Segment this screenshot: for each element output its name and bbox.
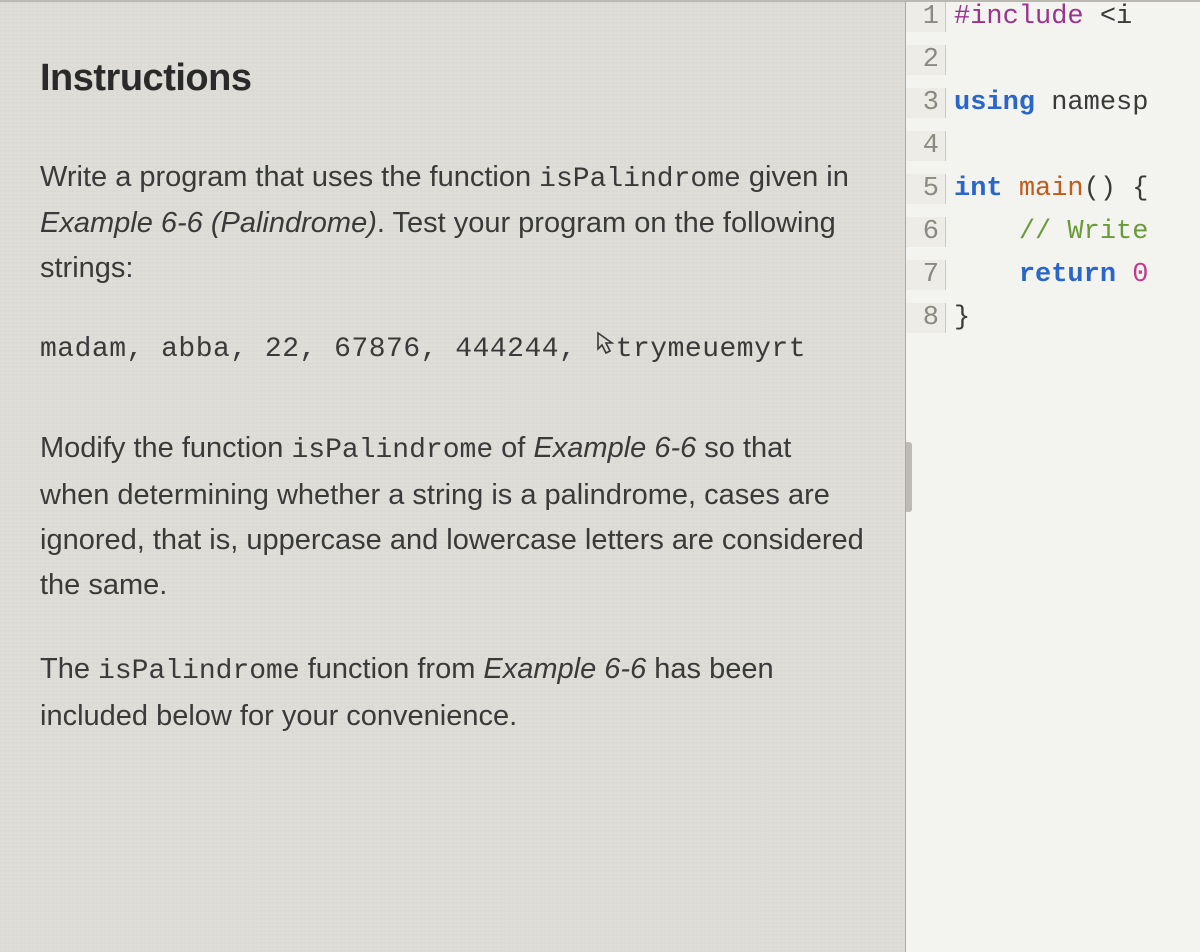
line-number: 1 <box>906 2 946 32</box>
test-strings-block: madam, abba, 22, 67876, 444244, trymeuem… <box>40 331 865 366</box>
panel-resize-handle[interactable] <box>905 442 912 512</box>
line-number: 8 <box>906 303 946 333</box>
code-line[interactable]: 4 <box>906 131 1200 174</box>
token: <i <box>1084 2 1133 32</box>
token-keyword: return <box>1019 260 1116 290</box>
line-number: 3 <box>906 88 946 118</box>
line-number: 2 <box>906 45 946 75</box>
text: Modify the function <box>40 432 291 464</box>
code-span: isPalindrome <box>291 435 493 466</box>
token-preprocessor: #include <box>954 2 1084 32</box>
code-span: isPalindrome <box>98 656 300 687</box>
line-number: 6 <box>906 217 946 247</box>
line-number: 4 <box>906 131 946 161</box>
code-lines: 1 #include <i 2 3 using namesp 4 5 int m… <box>906 2 1200 346</box>
instructions-panel: Instructions Write a program that uses t… <box>0 0 905 952</box>
instructions-paragraph-2: Modify the function isPalindrome of Exam… <box>40 426 865 607</box>
code-editor[interactable]: 1 #include <i 2 3 using namesp 4 5 int m… <box>905 0 1200 952</box>
code-line[interactable]: 6 // Write <box>906 217 1200 260</box>
token: () { <box>1084 174 1149 204</box>
token-comment: // Write <box>1019 217 1149 247</box>
code-line[interactable]: 7 return 0 <box>906 260 1200 303</box>
token-type: int <box>954 174 1003 204</box>
instructions-title: Instructions <box>40 57 865 100</box>
code-line[interactable]: 5 int main() { <box>906 174 1200 217</box>
code-line[interactable]: 2 <box>906 45 1200 88</box>
token <box>1116 260 1132 290</box>
line-number: 5 <box>906 174 946 204</box>
token: } <box>954 303 970 333</box>
instructions-paragraph-1: Write a program that uses the function i… <box>40 155 865 291</box>
code-line[interactable]: 3 using namesp <box>906 88 1200 131</box>
code-line[interactable]: 8 } <box>906 303 1200 346</box>
cursor-icon <box>596 331 618 366</box>
instructions-paragraph-3: The isPalindrome function from Example 6… <box>40 647 865 738</box>
token-number: 0 <box>1132 260 1148 290</box>
token-indent <box>954 217 1019 247</box>
code-span: isPalindrome <box>539 164 741 195</box>
token-indent <box>954 260 1019 290</box>
example-reference: Example 6-6 (Palindrome) <box>40 207 377 239</box>
text: given in <box>741 161 849 193</box>
text: Write a program that uses the function <box>40 161 539 193</box>
text: function from <box>300 653 484 685</box>
token-function: main <box>1019 174 1084 204</box>
token <box>1003 174 1019 204</box>
text: The <box>40 653 98 685</box>
token-keyword: using <box>954 88 1035 118</box>
code-line[interactable]: 1 #include <i <box>906 2 1200 45</box>
token: namesp <box>1035 88 1148 118</box>
line-number: 7 <box>906 260 946 290</box>
example-reference: Example 6-6 <box>483 653 646 685</box>
text: of <box>493 432 533 464</box>
test-string-values: trymeuemyrt <box>616 334 806 365</box>
test-string-values: madam, abba, 22, 67876, 444244, <box>40 334 594 365</box>
example-reference: Example 6-6 <box>533 432 696 464</box>
